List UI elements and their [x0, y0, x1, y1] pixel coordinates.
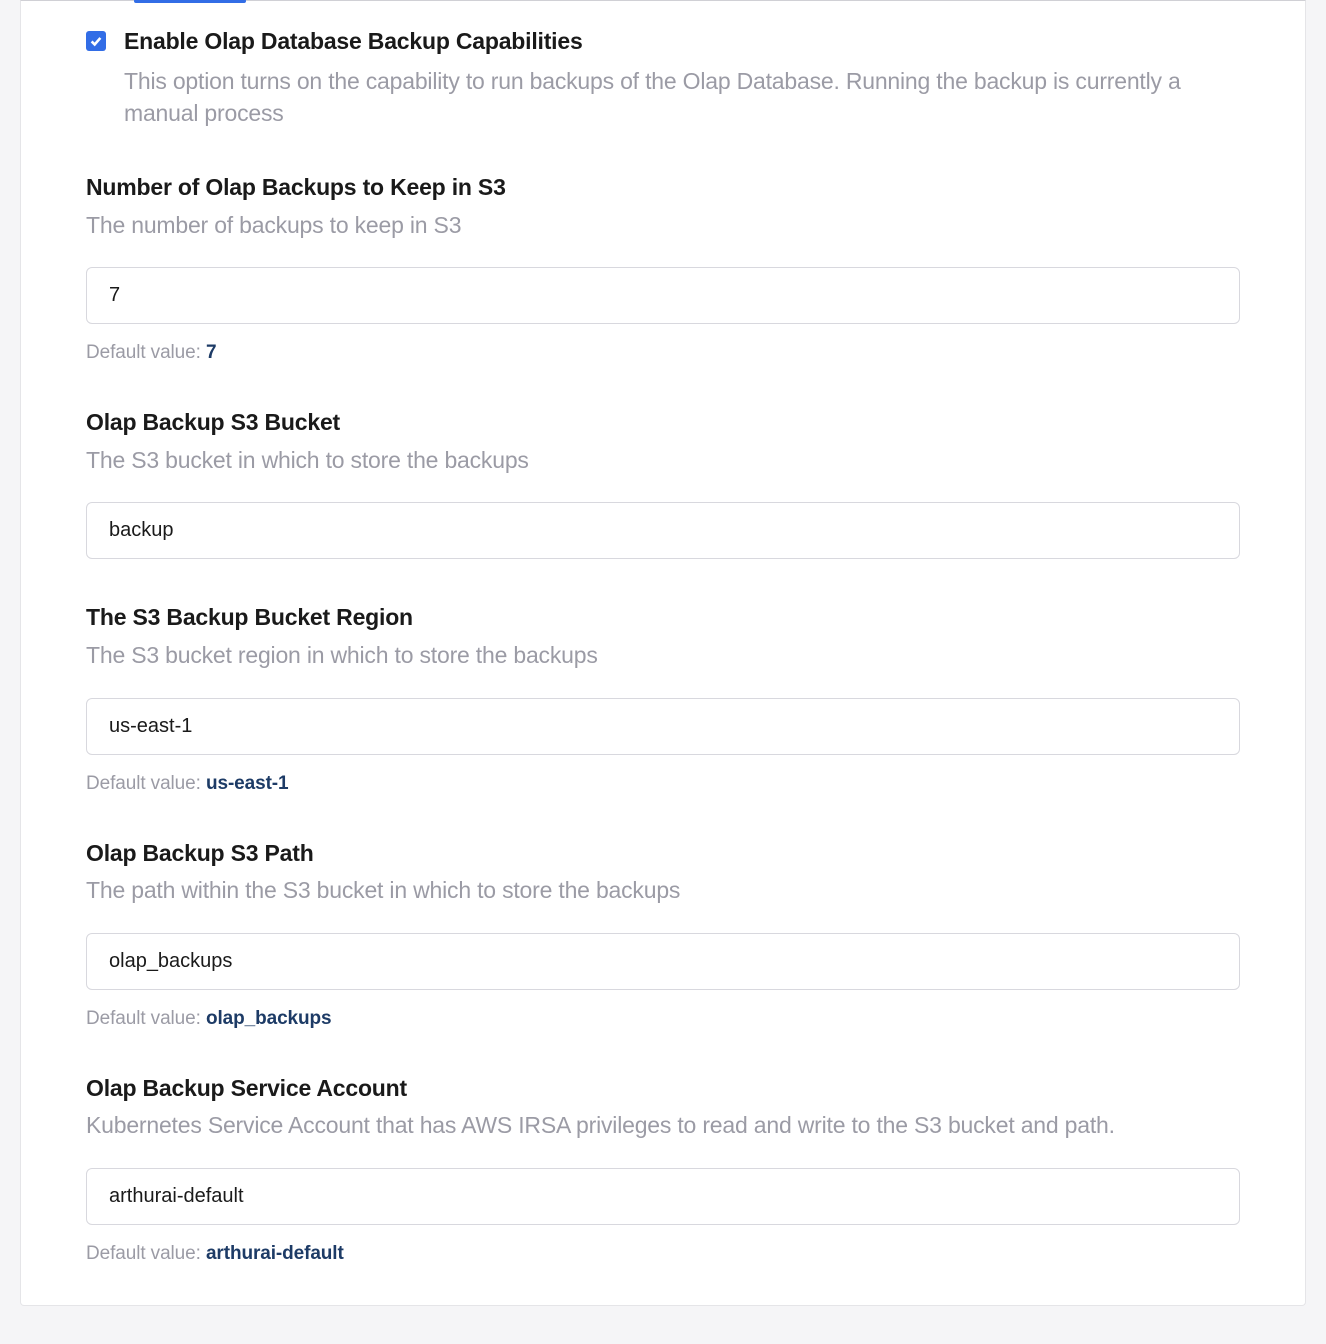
- s3-path-title: Olap Backup S3 Path: [86, 839, 1240, 869]
- s3-path-description: The path within the S3 bucket in which t…: [86, 874, 1240, 906]
- s3-bucket-group: Olap Backup S3 Bucket The S3 bucket in w…: [86, 408, 1240, 559]
- default-value: 7: [206, 342, 216, 363]
- config-panel: Enable Olap Database Backup Capabilities…: [20, 0, 1306, 1306]
- enable-backup-checkbox[interactable]: [86, 31, 106, 51]
- default-value: olap_backups: [206, 1008, 332, 1029]
- default-label: Default value:: [86, 1243, 206, 1264]
- enable-backup-label: Enable Olap Database Backup Capabilities: [124, 27, 1240, 57]
- enable-backup-description: This option turns on the capability to r…: [124, 65, 1240, 129]
- service-account-description: Kubernetes Service Account that has AWS …: [86, 1109, 1240, 1141]
- num-backups-title: Number of Olap Backups to Keep in S3: [86, 173, 1240, 203]
- s3-bucket-input[interactable]: [86, 502, 1240, 559]
- s3-region-description: The S3 bucket region in which to store t…: [86, 639, 1240, 671]
- s3-path-group: Olap Backup S3 Path The path within the …: [86, 839, 1240, 1030]
- s3-region-group: The S3 Backup Bucket Region The S3 bucke…: [86, 603, 1240, 794]
- default-label: Default value:: [86, 1008, 206, 1029]
- default-value: us-east-1: [206, 773, 289, 794]
- s3-path-default: Default value: olap_backups: [86, 1008, 1240, 1030]
- service-account-default: Default value: arthurai-default: [86, 1243, 1240, 1265]
- s3-region-title: The S3 Backup Bucket Region: [86, 603, 1240, 633]
- num-backups-group: Number of Olap Backups to Keep in S3 The…: [86, 173, 1240, 364]
- s3-bucket-description: The S3 bucket in which to store the back…: [86, 444, 1240, 476]
- service-account-group: Olap Backup Service Account Kubernetes S…: [86, 1074, 1240, 1265]
- num-backups-default: Default value: 7: [86, 342, 1240, 364]
- default-value: arthurai-default: [206, 1243, 344, 1264]
- service-account-input[interactable]: [86, 1168, 1240, 1225]
- enable-backup-row: Enable Olap Database Backup Capabilities…: [86, 27, 1240, 129]
- default-label: Default value:: [86, 773, 206, 794]
- num-backups-input[interactable]: [86, 267, 1240, 324]
- active-tab-indicator: [134, 0, 246, 3]
- s3-region-input[interactable]: [86, 698, 1240, 755]
- s3-region-default: Default value: us-east-1: [86, 773, 1240, 795]
- enable-backup-content: Enable Olap Database Backup Capabilities…: [124, 27, 1240, 129]
- check-icon: [89, 34, 103, 48]
- s3-bucket-title: Olap Backup S3 Bucket: [86, 408, 1240, 438]
- s3-path-input[interactable]: [86, 933, 1240, 990]
- service-account-title: Olap Backup Service Account: [86, 1074, 1240, 1104]
- num-backups-description: The number of backups to keep in S3: [86, 209, 1240, 241]
- default-label: Default value:: [86, 342, 206, 363]
